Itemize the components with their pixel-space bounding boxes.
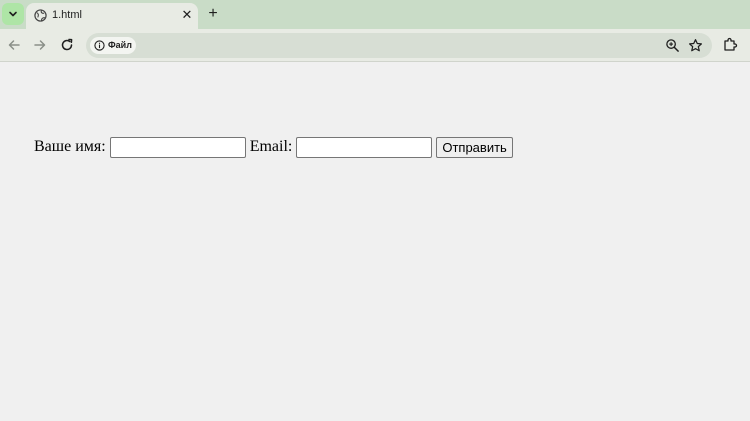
chevron-down-icon <box>9 11 17 17</box>
bookmark-star-icon[interactable] <box>688 38 703 53</box>
contact-form: Ваше имя: Email: Отправить <box>34 136 513 158</box>
site-info-chip[interactable]: Файл <box>90 37 136 54</box>
name-input[interactable] <box>109 136 246 158</box>
reload-button[interactable] <box>59 37 75 53</box>
name-label: Ваше имя: <box>34 138 106 155</box>
submit-button[interactable]: Отправить <box>436 136 513 158</box>
tab-search-button[interactable] <box>2 3 24 25</box>
tab-strip: 1.html ✕ + <box>0 0 750 29</box>
arrow-right-icon <box>34 40 46 50</box>
email-input[interactable] <box>296 136 433 158</box>
forward-button[interactable] <box>32 37 48 53</box>
address-bar[interactable]: Файл <box>86 33 712 58</box>
info-icon <box>94 40 105 51</box>
new-tab-button[interactable]: + <box>205 6 221 22</box>
tab-close-icon[interactable]: ✕ <box>180 8 194 22</box>
tab-active[interactable]: 1.html ✕ <box>26 3 198 29</box>
reload-icon <box>61 38 73 51</box>
extensions-puzzle-icon[interactable] <box>722 37 738 53</box>
back-button[interactable] <box>6 37 22 53</box>
tab-title: 1.html <box>52 9 82 21</box>
globe-icon <box>34 9 47 22</box>
email-label: Email: <box>249 138 293 155</box>
zoom-icon[interactable] <box>665 38 680 53</box>
browser-toolbar: Файл <box>0 29 750 62</box>
site-chip-label: Файл <box>108 40 132 50</box>
arrow-left-icon <box>8 40 20 50</box>
